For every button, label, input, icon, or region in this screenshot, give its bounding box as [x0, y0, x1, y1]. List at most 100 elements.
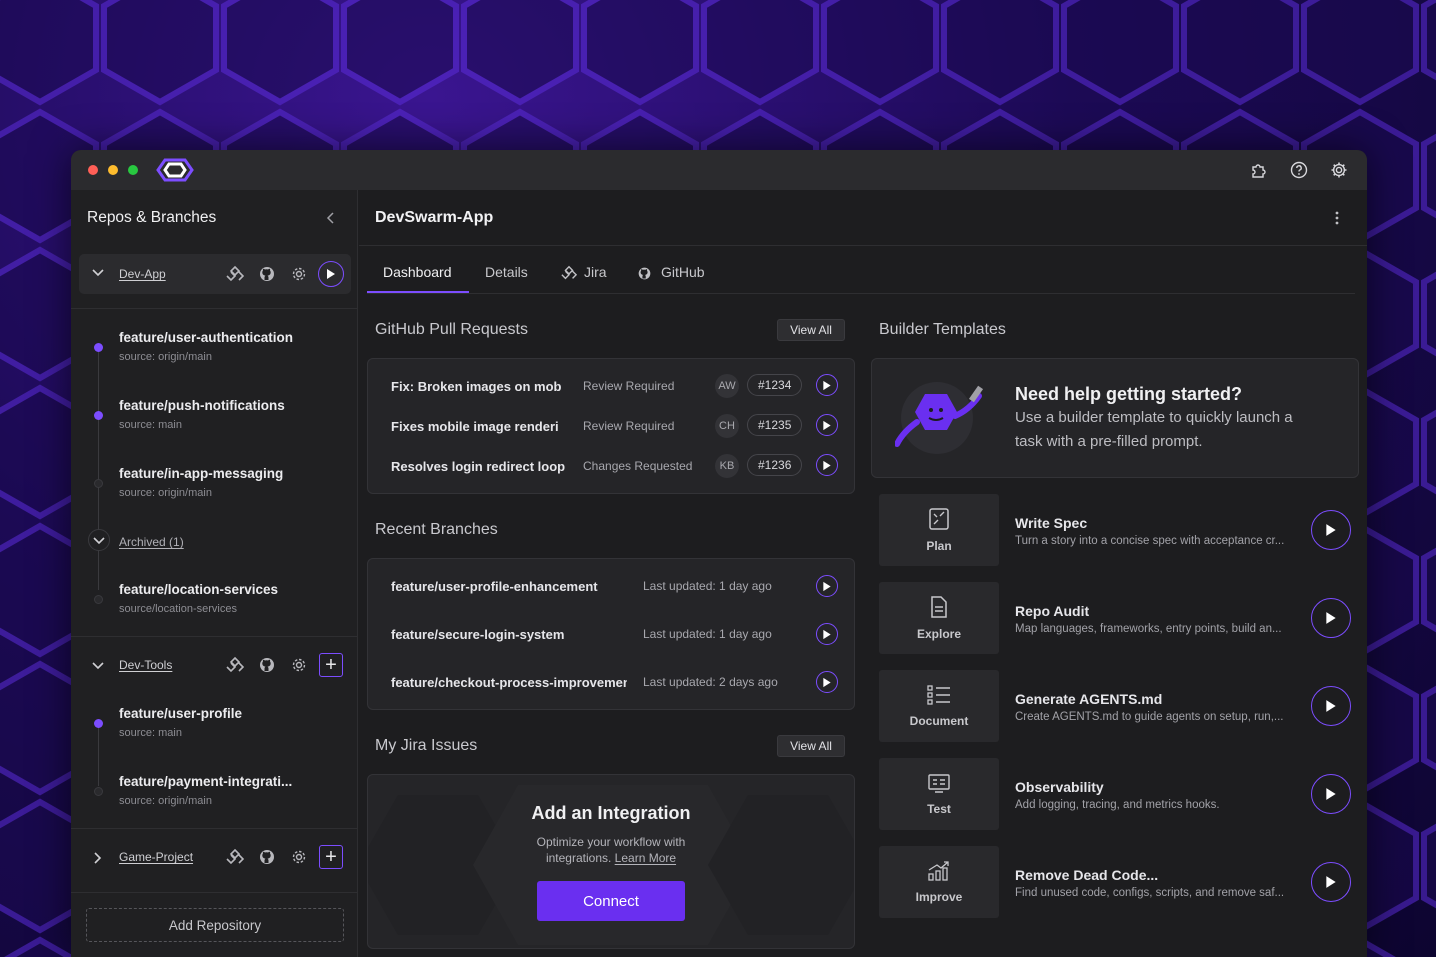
- branch-name[interactable]: feature/in-app-messaging: [119, 466, 283, 481]
- template-title[interactable]: Remove Dead Code...: [1015, 867, 1158, 883]
- learn-more-link[interactable]: Learn More: [615, 851, 676, 865]
- run-branch-button[interactable]: [816, 575, 838, 597]
- repo-settings-icon[interactable]: [290, 656, 308, 674]
- pr-title[interactable]: Fixes mobile image renderi: [391, 419, 569, 434]
- section-title-jira-issues: My Jira Issues: [375, 737, 478, 754]
- branch-name[interactable]: feature/user-profile: [119, 706, 242, 721]
- branch-name[interactable]: feature/user-authentication: [119, 330, 293, 345]
- template-category-label: Plan: [926, 539, 952, 553]
- recent-branch-name[interactable]: feature/user-profile-enhancement: [391, 579, 627, 594]
- jira-icon[interactable]: [226, 656, 244, 674]
- run-pr-button[interactable]: [816, 454, 838, 476]
- branch-source: source: origin/main: [119, 487, 212, 499]
- chevron-right-icon[interactable]: [93, 851, 103, 865]
- add-branch-button[interactable]: +: [319, 845, 343, 869]
- pr-number[interactable]: #1234: [747, 374, 803, 396]
- help-desc: task with a pre-filled prompt.: [1015, 433, 1203, 450]
- run-repo-button[interactable]: [318, 261, 344, 287]
- chevron-down-icon[interactable]: [91, 661, 105, 671]
- pr-number[interactable]: #1235: [747, 414, 803, 436]
- github-icon[interactable]: [258, 656, 276, 674]
- pr-title[interactable]: Fix: Broken images on mob: [391, 379, 569, 394]
- add-repository-button[interactable]: Add Repository: [86, 908, 344, 942]
- project-title: DevSwarm-App: [375, 209, 494, 226]
- play-icon: [1326, 612, 1336, 624]
- repo-name[interactable]: Dev-Tools: [119, 658, 172, 672]
- template-title[interactable]: Observability: [1015, 779, 1104, 795]
- tab-details[interactable]: Details: [485, 264, 528, 280]
- run-template-button[interactable]: [1311, 598, 1351, 638]
- play-icon: [823, 380, 831, 390]
- chevron-down-icon[interactable]: [91, 268, 105, 278]
- help-icon[interactable]: [1290, 161, 1308, 179]
- run-pr-button[interactable]: [816, 374, 838, 396]
- template-desc: Create AGENTS.md to guide agents on setu…: [1015, 711, 1284, 723]
- sidebar: Repos & Branches Dev-App feature/user-au…: [71, 190, 358, 957]
- github-icon[interactable]: [258, 265, 276, 283]
- run-template-button[interactable]: [1311, 774, 1351, 814]
- run-template-button[interactable]: [1311, 510, 1351, 550]
- template-category-improve[interactable]: Improve: [879, 846, 999, 918]
- collapse-sidebar-icon[interactable]: [325, 211, 337, 225]
- gear-icon[interactable]: [1330, 161, 1348, 179]
- main-panel: DevSwarm-App Dashboard Details Jira GitH…: [359, 190, 1367, 957]
- template-category-document[interactable]: Document: [879, 670, 999, 742]
- pr-title[interactable]: Resolves login redirect loop: [391, 459, 569, 474]
- integration-desc-line2: integrations. Learn More: [367, 851, 855, 865]
- repo-name[interactable]: Dev-App: [119, 267, 166, 281]
- template-title[interactable]: Write Spec: [1015, 515, 1087, 531]
- recent-branch-name[interactable]: feature/checkout-process-improvement: [391, 675, 627, 690]
- minimize-window-button[interactable]: [108, 165, 118, 175]
- branch-name[interactable]: feature/push-notifications: [119, 398, 285, 413]
- archived-label[interactable]: Archived (1): [119, 535, 184, 549]
- run-template-button[interactable]: [1311, 862, 1351, 902]
- integration-desc: integrations.: [545, 851, 612, 865]
- section-title-builder-templates: Builder Templates: [879, 321, 1006, 338]
- repo-name[interactable]: Game-Project: [119, 850, 193, 864]
- close-window-button[interactable]: [88, 165, 98, 175]
- tab-github[interactable]: GitHub: [661, 264, 705, 280]
- connect-button[interactable]: Connect: [537, 881, 685, 921]
- plus-icon: +: [325, 846, 337, 868]
- recent-branch-name[interactable]: feature/secure-login-system: [391, 627, 627, 642]
- archived-toggle[interactable]: [88, 529, 110, 551]
- jira-icon[interactable]: [226, 265, 244, 283]
- jira-icon[interactable]: [226, 848, 244, 866]
- branch-name[interactable]: feature/payment-integrati...: [119, 774, 292, 789]
- view-all-jira-button[interactable]: View All: [777, 735, 845, 757]
- template-title[interactable]: Generate AGENTS.md: [1015, 691, 1162, 707]
- tab-dashboard[interactable]: Dashboard: [383, 264, 452, 280]
- branch-source: source: main: [119, 419, 182, 431]
- template-category-label: Improve: [915, 890, 963, 904]
- branch-name[interactable]: feature/location-services: [119, 582, 278, 597]
- tab-jira[interactable]: Jira: [584, 264, 607, 280]
- maximize-window-button[interactable]: [128, 165, 138, 175]
- run-branch-button[interactable]: [816, 671, 838, 693]
- run-pr-button[interactable]: [816, 414, 838, 436]
- more-options-icon[interactable]: [1335, 210, 1339, 226]
- mascot-illustration: [895, 382, 984, 454]
- add-branch-button[interactable]: +: [319, 653, 343, 677]
- run-branch-button[interactable]: [816, 623, 838, 645]
- recent-branch-updated: Last updated: 2 days ago: [643, 675, 778, 689]
- play-icon: [1326, 876, 1336, 888]
- github-icon[interactable]: [258, 848, 276, 866]
- integration-desc: Optimize your workflow with: [536, 835, 686, 849]
- puzzle-icon[interactable]: [1250, 161, 1268, 179]
- template-title[interactable]: Repo Audit: [1015, 603, 1089, 619]
- template-category-explore[interactable]: Explore: [879, 582, 999, 654]
- avatar: CH: [715, 414, 739, 438]
- branch-source: source: main: [119, 727, 182, 739]
- repo-settings-icon[interactable]: [290, 848, 308, 866]
- recent-branch-updated: Last updated: 1 day ago: [643, 579, 772, 593]
- template-category-test[interactable]: Test: [879, 758, 999, 830]
- title-bar: [71, 150, 1367, 190]
- repo-settings-icon[interactable]: [290, 265, 308, 283]
- template-category-plan[interactable]: Plan: [879, 494, 999, 566]
- run-template-button[interactable]: [1311, 686, 1351, 726]
- branch-source: source/location-services: [119, 603, 237, 615]
- pr-number[interactable]: #1236: [747, 454, 803, 476]
- view-all-prs-button[interactable]: View All: [777, 319, 845, 341]
- template-category-label: Test: [927, 802, 951, 816]
- branch-status-dot: [94, 595, 103, 604]
